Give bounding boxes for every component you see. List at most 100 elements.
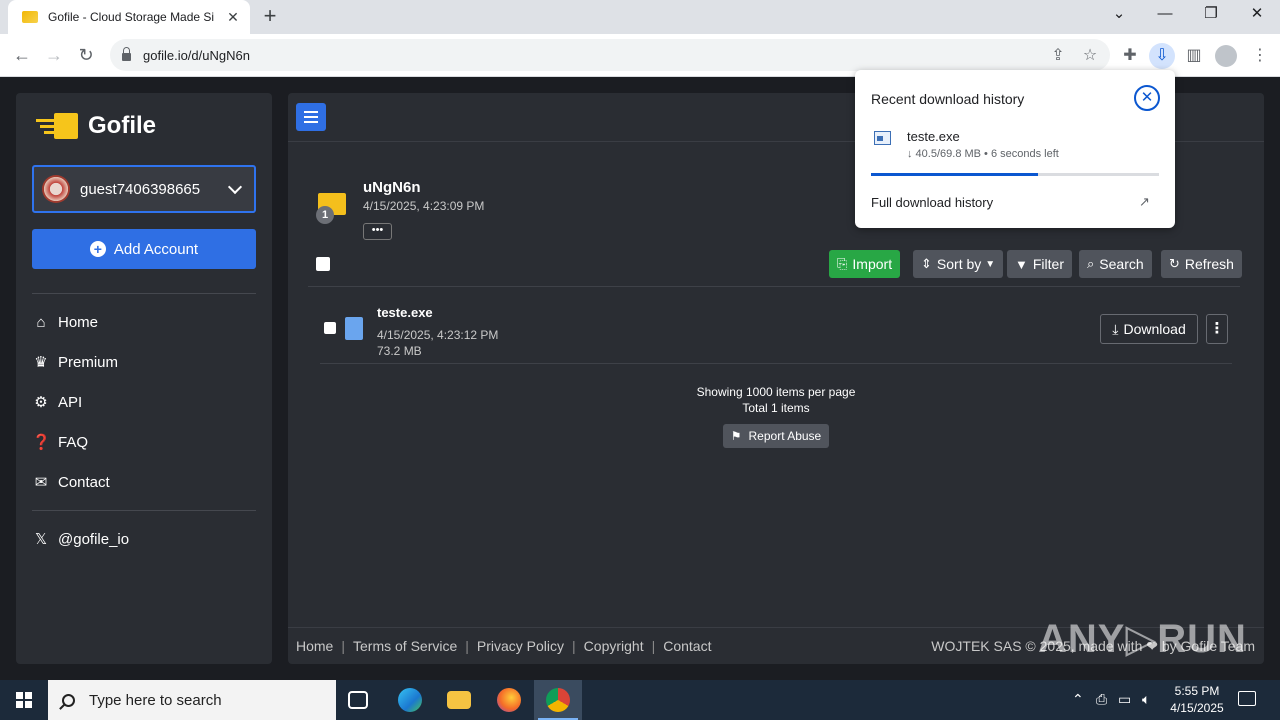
gofile-logo-icon [36,111,78,141]
profile-icon[interactable] [1215,45,1237,67]
refresh-button[interactable]: ↻ Refresh [1161,250,1242,278]
report-abuse-button[interactable]: ⚑ Report Abuse [723,424,829,448]
folder-name: uNgN6n [363,179,421,196]
task-view-icon[interactable] [348,691,368,709]
sidebar: Gofile guest7406398665 + Add Account ⌂ H… [16,93,272,664]
sidebar-item-label: API [58,393,83,411]
lock-icon [122,47,131,61]
sidebar-item-label: @gofile_io [58,530,130,548]
folder-date: 4/15/2025, 4:23:09 PM [363,199,485,213]
sidebar-divider [32,293,256,294]
close-icon[interactable]: ✕ [1134,85,1160,111]
footer-links: Home | Terms of Service | Privacy Policy | … [296,638,712,654]
url-text: gofile.io/d/uNgN6n [143,47,250,63]
add-account-button[interactable]: + Add Account [32,229,256,269]
hamburger-menu-button[interactable] [296,103,326,131]
list-divider [320,363,1232,364]
share-icon[interactable]: ⇪ [1047,45,1069,67]
download-filename[interactable]: teste.exe [907,129,960,144]
footer-link-terms[interactable]: Terms of Service [353,638,457,654]
import-icon: ⎘ [837,256,848,271]
minimize-button[interactable]: — [1142,4,1188,24]
footer-link-contact[interactable]: Contact [663,638,711,654]
side-panel-icon[interactable]: ▥ [1183,45,1205,67]
address-bar[interactable]: gofile.io/d/uNgN6n [110,39,1110,71]
sidebar-item-label: FAQ [58,433,89,451]
gofile-favicon-icon [22,11,38,23]
taskbar-search-box[interactable]: Type here to search [48,680,336,720]
total-items-text: Total 1 items [742,401,810,415]
plus-circle-icon: + [89,241,106,257]
full-download-history-link[interactable]: Full download history [871,195,993,210]
footer-link-copyright[interactable]: Copyright [584,638,644,654]
tab-search-chevron-icon[interactable]: ⌄ [1096,4,1142,24]
chrome-icon [546,688,570,712]
download-button[interactable]: ⤓ Download [1100,314,1198,344]
sidebar-item-x-social[interactable]: 𝕏 @gofile_io [32,527,256,551]
items-per-page-text: Showing 1000 items per page [696,385,856,399]
downloads-icon[interactable]: ⇩ [1149,43,1175,69]
sidebar-item-contact[interactable]: ✉ Contact [32,470,256,494]
notification-center-icon[interactable] [1238,691,1256,706]
refresh-icon: ↻ [1169,256,1180,271]
browser-tab[interactable]: Gofile - Cloud Storage Made Si ✕ [8,0,250,34]
tray-device-icon[interactable]: ⎙ [1096,691,1107,708]
download-progress-fill [871,173,1039,176]
cogs-icon: ⚙ [34,394,48,411]
sidebar-item-api[interactable]: ⚙ API [32,390,256,414]
add-account-label: Add Account [113,240,199,258]
x-logo-icon: 𝕏 [34,531,48,548]
search-icon [62,693,75,707]
taskbar-clock[interactable]: 5:55 PM 4/15/2025 [1162,683,1232,717]
sidebar-item-home[interactable]: ⌂ Home [32,310,256,334]
external-link-icon[interactable]: ↗ [1139,194,1150,210]
list-divider [308,286,1240,287]
account-name: guest7406398665 [80,180,201,198]
search-button[interactable]: ⌕ Search [1079,250,1152,278]
edge-icon[interactable] [398,688,422,712]
file-icon [345,317,363,340]
start-button[interactable] [0,680,48,720]
popup-title: Recent download history [871,91,1025,107]
file-checkbox[interactable] [324,322,336,334]
flag-icon: ⚑ [730,429,742,443]
gofile-logo[interactable]: Gofile [36,111,156,141]
bookmark-star-icon[interactable]: ☆ [1079,45,1101,67]
search-label: Search [1099,256,1144,272]
brand-name: Gofile [88,112,157,139]
back-button[interactable]: ← [10,44,34,66]
sidebar-item-label: Contact [58,473,110,491]
folder-more-button[interactable]: ••• [363,223,392,240]
browser-tabstrip: Gofile - Cloud Storage Made Si ✕ + ⌄ — ❐… [0,0,1280,34]
footer-link-home[interactable]: Home [296,638,333,654]
sidebar-item-premium[interactable]: ♛ Premium [32,350,256,374]
caret-down-icon: ▼ [985,258,996,270]
forward-button[interactable]: → [42,44,66,66]
footer-link-privacy[interactable]: Privacy Policy [477,638,564,654]
volume-icon[interactable]: 🔈︎ [1142,691,1150,708]
restore-button[interactable]: ❐ [1188,4,1234,24]
chrome-taskbar-button[interactable] [534,680,582,720]
extensions-puzzle-icon[interactable]: ✚ [1119,45,1141,67]
windows-logo-icon [16,692,32,708]
file-explorer-icon[interactable] [447,691,471,709]
import-button[interactable]: ⎘ Import [829,250,901,278]
firefox-icon[interactable] [497,688,521,712]
reload-button[interactable]: ↻ [74,44,98,66]
file-options-button[interactable]: ⋮ [1206,314,1228,344]
download-progress-bar [871,173,1159,176]
new-tab-button[interactable]: + [258,5,282,27]
tray-chevron-up-icon[interactable]: ⌃ [1072,691,1084,708]
sidebar-item-label: Premium [58,353,119,371]
file-name[interactable]: teste.exe [377,305,433,320]
tab-close-icon[interactable]: ✕ [224,9,242,26]
sidebar-item-label: Home [58,313,99,331]
close-window-button[interactable]: ✕ [1234,4,1280,24]
sort-by-button[interactable]: ⇕ Sort by ▼ [913,250,1004,278]
account-selector[interactable]: guest7406398665 [32,165,256,213]
filter-button[interactable]: ▼ Filter [1007,250,1072,278]
menu-kebab-icon[interactable]: ⋮ [1249,45,1271,67]
sidebar-item-faq[interactable]: ❓ FAQ [32,430,256,454]
select-all-checkbox[interactable] [316,257,330,271]
network-icon[interactable]: ▭ [1118,691,1131,708]
